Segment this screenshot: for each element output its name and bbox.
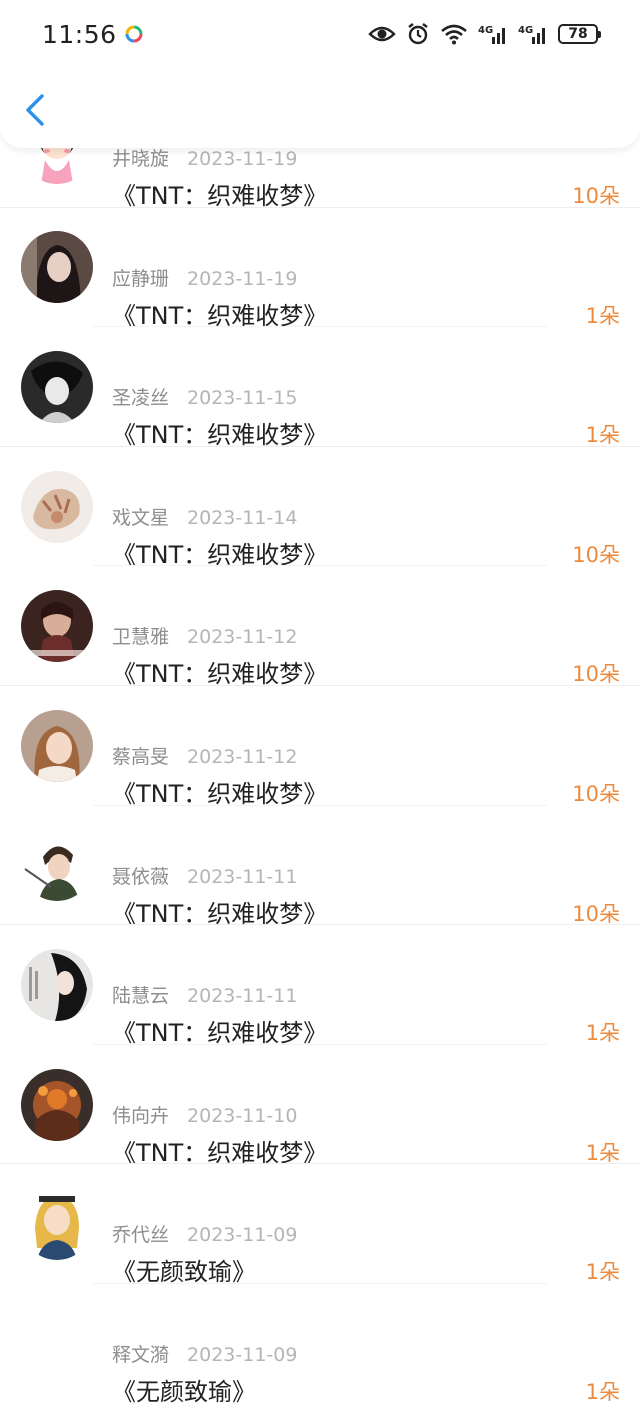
list-item[interactable]: 圣凌丝 2023-11-15 《TNT：织难收梦》 1朵 [0,327,640,449]
item-count: 1朵 [585,1260,620,1285]
battery-icon: 78 [558,24,601,44]
back-button[interactable] [20,90,50,130]
item-username: 井晓旋 [112,148,170,170]
status-bar: 11:56 4G 4G 78 [0,0,640,68]
item-date: 2023-11-19 [187,148,298,170]
gift-list: 井晓旋 2023-11-19 《TNT：织难收梦》 10朵 应静珊 2023-1… [0,88,640,1406]
4g-signal-icon: 4G [518,25,545,44]
item-meta: 伟向卉 2023-11-10 [112,1101,297,1128]
item-meta: 卫慧雅 2023-11-12 [112,622,297,649]
item-count: 1朵 [585,1021,620,1046]
item-meta: 圣凌丝 2023-11-15 [112,383,297,410]
item-count: 1朵 [585,423,620,448]
avatar [21,350,93,423]
avatar [21,470,93,543]
item-count: 10朵 [572,781,620,806]
item-count: 1朵 [585,303,620,328]
status-time: 11:56 [42,19,117,49]
avatar [21,1307,93,1380]
item-meta: 聂依薇 2023-11-11 [112,862,297,889]
4g-signal-icon: 4G [478,25,505,44]
item-count: 10朵 [572,901,620,926]
avatar [21,709,93,782]
svg-text:4G: 4G [518,25,533,36]
app-badge-icon [125,25,143,43]
alarm-icon [408,23,428,45]
item-date: 2023-11-09 [187,1343,298,1366]
svg-text:4G: 4G [478,25,493,36]
item-username: 卫慧雅 [112,626,170,649]
avatar [21,948,93,1021]
item-date: 2023-11-19 [187,267,298,290]
item-username: 陆慧云 [112,985,170,1008]
item-date: 2023-11-12 [187,626,298,649]
item-date: 2023-11-10 [187,1104,298,1127]
item-username: 蔡高旻 [112,745,170,768]
item-meta: 陆慧云 2023-11-11 [112,981,297,1008]
avatar [21,1068,93,1141]
item-meta: 蔡高旻 2023-11-12 [112,742,297,769]
item-username: 聂依薇 [112,865,170,888]
item-count: 10朵 [572,662,620,687]
item-count: 10朵 [572,542,620,567]
avatar [21,829,93,902]
list-item[interactable]: 伟向卉 2023-11-10 《TNT：织难收梦》 1朵 [0,1045,640,1167]
list-item[interactable]: 戏文星 2023-11-14 《TNT：织难收梦》 10朵 [0,447,640,569]
item-count: 1朵 [585,1140,620,1165]
item-date: 2023-11-09 [187,1224,298,1247]
item-count: 1朵 [585,1379,620,1404]
item-username: 释文漪 [112,1343,170,1366]
item-meta: 应静珊 2023-11-19 [112,264,297,291]
header-bar [0,68,640,148]
item-count: 10朵 [572,184,620,208]
item-username: 乔代丝 [112,1224,170,1247]
screen: 11:56 4G 4G 78 井晓旋 2023-11-19 《TNT：织难收梦》… [0,0,640,1425]
item-username: 伟向卉 [112,1104,170,1127]
list-item[interactable]: 卫慧雅 2023-11-12 《TNT：织难收梦》 10朵 [0,566,640,688]
item-date: 2023-11-15 [187,387,298,410]
eye-icon [368,26,396,42]
item-title: 《无颜致瑜》 [112,1377,256,1406]
status-right: 4G 4G 78 [368,22,601,46]
avatar [21,231,93,304]
wifi-icon [441,24,467,45]
item-meta: 乔代丝 2023-11-09 [112,1220,297,1247]
item-username: 戏文星 [112,506,170,529]
battery-level: 78 [568,26,588,42]
item-meta: 戏文星 2023-11-14 [112,503,297,530]
item-meta: 释文漪 2023-11-09 [112,1340,297,1367]
list-item[interactable]: 蔡高旻 2023-11-12 《TNT：织难收梦》 10朵 [0,686,640,808]
item-date: 2023-11-11 [187,865,298,888]
status-left: 11:56 [42,20,143,49]
item-date: 2023-11-14 [187,506,298,529]
avatar [21,1188,93,1261]
avatar [21,590,93,663]
list-item[interactable]: 乔代丝 2023-11-09 《无颜致瑜》 1朵 [0,1164,640,1286]
list-item[interactable]: 陆慧云 2023-11-11 《TNT：织难收梦》 1朵 [0,925,640,1047]
item-date: 2023-11-12 [187,745,298,768]
item-meta: 井晓旋 2023-11-19 [112,144,297,171]
list-item[interactable]: 聂依薇 2023-11-11 《TNT：织难收梦》 10朵 [0,806,640,928]
item-date: 2023-11-11 [187,985,298,1008]
list-item[interactable]: 释文漪 2023-11-09 《无颜致瑜》 1朵 [0,1284,640,1406]
item-username: 应静珊 [112,267,170,290]
chevron-left-icon [26,94,44,126]
list-item[interactable]: 应静珊 2023-11-19 《TNT：织难收梦》 1朵 [0,208,640,330]
item-username: 圣凌丝 [112,387,170,410]
